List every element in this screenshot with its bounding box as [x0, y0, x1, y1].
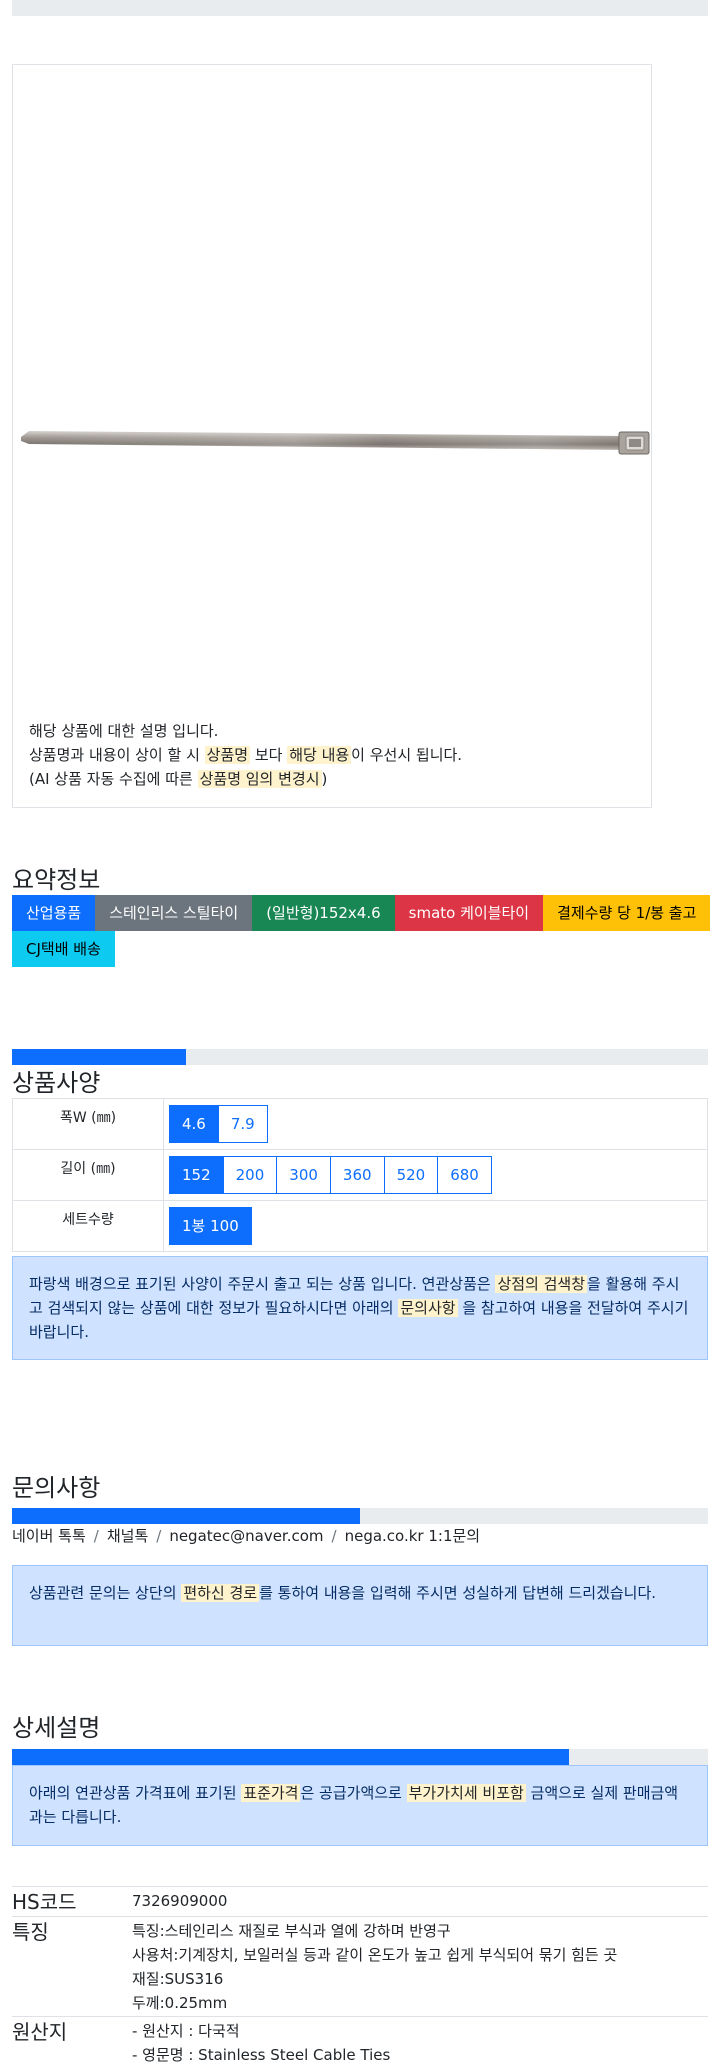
- option-button[interactable]: 680: [437, 1156, 492, 1194]
- summary-badge: CJ택배 배송: [12, 931, 115, 967]
- info-value-line: 사용처:기계장치, 보일러실 등과 같이 온도가 높고 쉽게 부식되어 묶기 힘…: [132, 1946, 618, 1964]
- spec-title: 상품사양: [12, 1069, 101, 1097]
- description-line-1: 해당 상품에 대한 설명 입니다.: [29, 722, 219, 740]
- top-progress-bar: [12, 0, 708, 16]
- option-button[interactable]: 200: [222, 1156, 278, 1194]
- spec-options-table: 폭W (㎜) 4.6 7.9 길이 (㎜) 152 200 300 360 520 680 세트수량…: [12, 1098, 708, 1252]
- inquiry-progress-bar: [12, 1508, 708, 1524]
- info-value-line: 두께:0.25mm: [132, 1994, 228, 2012]
- spec-row: 길이 (㎜) 152 200 300 360 520 680: [12, 1149, 708, 1201]
- option-button[interactable]: 300: [276, 1156, 331, 1194]
- summary-badge: (일반형)152x4.6: [252, 895, 395, 931]
- option-button-group: 4.6 7.9: [169, 1105, 268, 1143]
- email-link[interactable]: negatec@naver.com: [169, 1527, 323, 1545]
- spec-label: 길이 (㎜): [12, 1149, 164, 1201]
- description-text: 보다: [250, 746, 288, 764]
- separator: /: [331, 1527, 337, 1545]
- highlight-product-name: 상품명: [204, 746, 251, 764]
- highlight-search-box: 상점의 검색창: [495, 1275, 588, 1293]
- separator: /: [93, 1527, 99, 1545]
- option-button[interactable]: 1봉 100: [169, 1207, 252, 1245]
- stainless-cable-tie-image: [21, 431, 650, 455]
- spec-row: 폭W (㎜) 4.6 7.9: [12, 1098, 708, 1150]
- highlight-ai-change: 상품명 임의 변경시: [197, 770, 322, 788]
- info-value-line: 특징:스테인리스 재질로 부식과 열에 강하며 반영구: [132, 1922, 451, 1940]
- option-button[interactable]: 520: [383, 1156, 439, 1194]
- info-value: - 원산지 : 다국적 - 영문명 : Stainless Steel Cable…: [132, 2016, 708, 2065]
- detail-notice: 아래의 연관상품 가격표에 표기된 표준가격 은 공급가액으로 부가가치세 비포함…: [12, 1765, 708, 1846]
- description-line-3: (AI 상품 자동 수집에 따른 상품명 임의 변경시): [29, 767, 639, 791]
- product-page: 해당 상품에 대한 설명 입니다. 상품명과 내용이 상이 할 시 상품명 보다…: [0, 0, 720, 2065]
- summary-badge: 결제수량 당 1/봉 출고: [543, 895, 711, 931]
- description-text: (AI 상품 자동 수집에 따른: [29, 770, 198, 788]
- info-value-line: 재질:SUS316: [132, 1970, 224, 1988]
- spec-notice: 파랑색 배경으로 표기된 사양이 주문시 출고 되는 상품 입니다. 연관상품은…: [12, 1256, 708, 1360]
- detail-progress-bar: [12, 1749, 708, 1765]
- notice-text: 를 통하여 내용을 입력해 주시면 성실하게 답변해 드리겠습니다.: [259, 1584, 657, 1602]
- separator: /: [156, 1527, 162, 1545]
- spec-options: 4.6 7.9: [163, 1098, 708, 1150]
- info-value-line: - 원산지 : 다국적: [132, 2022, 240, 2040]
- option-button-group: 1봉 100: [169, 1207, 252, 1245]
- highlight-standard-price: 표준가격: [241, 1784, 301, 1802]
- product-image-frame: 해당 상품에 대한 설명 입니다. 상품명과 내용이 상이 할 시 상품명 보다…: [12, 64, 652, 808]
- info-value-line: - 영문명 : Stainless Steel Cable Ties: [132, 2046, 391, 2064]
- description-line-2: 상품명과 내용이 상이 할 시 상품명 보다 해당 내용 이 우선시 됩니다.: [29, 743, 639, 767]
- description-text: 이 우선시 됩니다.: [351, 746, 463, 764]
- channel-talk-link[interactable]: 채널톡: [107, 1527, 148, 1545]
- highlight-vat-excluded: 부가가치세 비포함: [406, 1784, 526, 1802]
- highlight-content: 해당 내용: [287, 746, 352, 764]
- inquiry-notice: 상품관련 문의는 상단의 편하신 경로 를 통하여 내용을 입력해 주시면 성실하…: [12, 1565, 708, 1646]
- detail-progress-fill: [12, 1749, 569, 1765]
- summary-badges: 산업용품 스테인리스 스틸타이 (일반형)152x4.6 smato 케이블타이 결제수…: [12, 895, 712, 967]
- info-row: 원산지 - 원산지 : 다국적 - 영문명 : Stainless Steel Ca…: [12, 2016, 708, 2065]
- summary-title: 요약정보: [12, 866, 101, 894]
- contact-breadcrumb: 네이버 톡톡 / 채널톡 / negatec@naver.com / nega.co.kr …: [12, 1525, 480, 1546]
- spec-options: 152 200 300 360 520 680: [163, 1149, 708, 1201]
- inquiry-title: 문의사항: [12, 1474, 101, 1502]
- option-button-group: 152 200 300 360 520 680: [169, 1156, 492, 1194]
- product-info-table: HS코드 7326909000 특징 특징:스테인리스 재질로 부식과 열에 강하며 …: [12, 1886, 708, 2065]
- option-button[interactable]: 152: [169, 1156, 224, 1194]
- notice-text: 아래의 연관상품 가격표에 표기된: [29, 1784, 242, 1802]
- info-row: 특징 특징:스테인리스 재질로 부식과 열에 강하며 반영구사용처:기계장치, 보…: [12, 1916, 708, 2017]
- info-key: 원산지: [12, 2016, 132, 2065]
- inquiry-progress-fill: [12, 1508, 360, 1524]
- spec-label: 폭W (㎜): [12, 1098, 164, 1150]
- spec-row: 세트수량 1봉 100: [12, 1200, 708, 1252]
- notice-text: 파랑색 배경으로 표기된 사양이 주문시 출고 되는 상품 입니다. 연관상품은: [29, 1275, 496, 1293]
- highlight-inquiry: 문의사항: [398, 1299, 458, 1317]
- naver-talktalk-link[interactable]: 네이버 톡톡: [12, 1527, 86, 1545]
- description-text: ): [321, 770, 328, 788]
- product-description: 해당 상품에 대한 설명 입니다. 상품명과 내용이 상이 할 시 상품명 보다…: [29, 719, 639, 791]
- spec-progress-bar: [12, 1049, 708, 1065]
- info-value-line: 7326909000: [132, 1892, 228, 1910]
- info-row: HS코드 7326909000: [12, 1886, 708, 1917]
- option-button[interactable]: 360: [329, 1156, 385, 1194]
- info-key: 특징: [12, 1916, 132, 2017]
- summary-badge: 산업용품: [12, 895, 96, 931]
- info-value: 7326909000: [132, 1886, 708, 1917]
- summary-badge: 스테인리스 스틸타이: [95, 895, 253, 931]
- spec-label: 세트수량: [12, 1200, 164, 1252]
- notice-text: 상품관련 문의는 상단의: [29, 1584, 182, 1602]
- option-button[interactable]: 4.6: [169, 1105, 219, 1143]
- notice-text: 은 공급가액으로: [300, 1784, 407, 1802]
- highlight-contact-path: 편하신 경로: [181, 1584, 260, 1602]
- info-value: 특징:스테인리스 재질로 부식과 열에 강하며 반영구사용처:기계장치, 보일러…: [132, 1916, 708, 2017]
- summary-badge: smato 케이블타이: [394, 895, 544, 931]
- option-button[interactable]: 7.9: [217, 1105, 268, 1143]
- description-text: 상품명과 내용이 상이 할 시: [29, 746, 205, 764]
- spec-options: 1봉 100: [163, 1200, 708, 1252]
- site-inquiry-link[interactable]: nega.co.kr 1:1문의: [345, 1527, 481, 1545]
- detail-title: 상세설명: [12, 1714, 101, 1742]
- info-key: HS코드: [12, 1886, 132, 1917]
